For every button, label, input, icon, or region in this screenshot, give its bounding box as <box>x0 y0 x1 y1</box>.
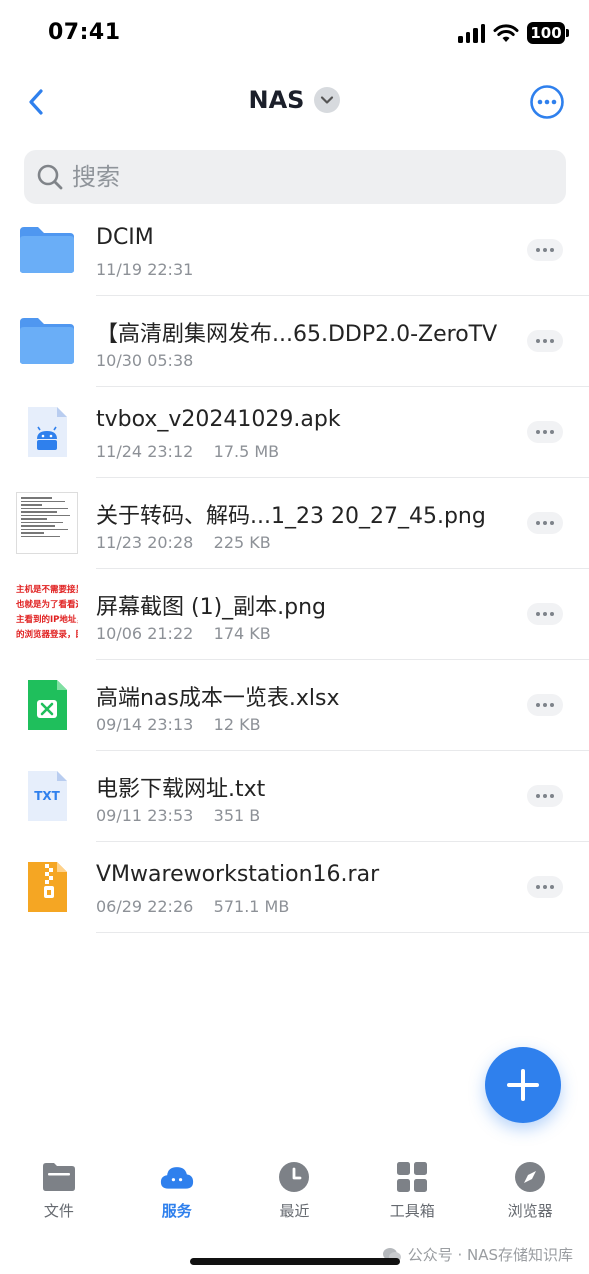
file-size: 12 KB <box>213 715 261 734</box>
file-meta: 09/11 23:53 351 B <box>96 806 260 825</box>
tab-recent[interactable]: 最近 <box>236 1160 354 1230</box>
file-meta: 11/23 20:28 225 KB <box>96 533 271 552</box>
compass-tab-icon <box>513 1160 547 1194</box>
file-more-button[interactable] <box>527 421 563 443</box>
file-name: 【高清剧集网发布...65.DDP2.0-ZeroTV <box>96 322 498 347</box>
title-switcher[interactable]: NAS <box>0 86 589 114</box>
chevron-down-icon[interactable] <box>314 87 341 113</box>
search-icon <box>37 164 63 190</box>
tab-label: 服务 <box>161 1202 192 1220</box>
tab-files[interactable]: 文件 <box>0 1160 118 1230</box>
divider <box>96 932 589 933</box>
file-list: DCIM 11/19 22:31 【高清剧集网发布...65.DDP2.0-Ze… <box>0 205 589 933</box>
home-indicator <box>190 1258 400 1265</box>
file-more-button[interactable] <box>527 512 563 534</box>
search-bar[interactable] <box>24 150 566 204</box>
file-size: 571.1 MB <box>213 897 290 916</box>
archive-icon <box>16 856 78 918</box>
file-name: tvbox_v20241029.apk <box>96 407 341 432</box>
add-button[interactable] <box>485 1047 561 1123</box>
file-meta: 10/06 21:22 174 KB <box>96 624 271 643</box>
file-date: 11/24 23:12 <box>96 442 194 461</box>
file-row[interactable]: VMwareworkstation16.rar 06/29 22:26 571.… <box>0 842 589 933</box>
file-size: 174 KB <box>213 624 271 643</box>
file-more-button[interactable] <box>527 239 563 261</box>
file-size: 351 B <box>213 806 261 825</box>
file-meta: 11/19 22:31 <box>96 260 193 279</box>
file-date: 10/06 21:22 <box>96 624 194 643</box>
cellular-signal-icon <box>458 23 485 43</box>
file-date: 10/30 05:38 <box>96 351 194 370</box>
file-date: 11/23 20:28 <box>96 533 194 552</box>
folder-tab-icon <box>42 1160 76 1194</box>
file-name: 屏幕截图 (1)_副本.png <box>96 595 327 620</box>
battery-icon: 100 <box>527 22 569 44</box>
txt-icon: TXT <box>16 765 78 827</box>
image-thumbnail: 主机是不需要接显示器 也就是为了看看这台电 主看到的IP地址，用局 的浏览器登录… <box>16 583 78 645</box>
file-date: 06/29 22:26 <box>96 897 194 916</box>
watermark-text: 公众号 · NAS存储知识库 <box>407 1246 573 1264</box>
thumb-text-line: 主机是不需要接显示器 <box>16 585 78 595</box>
tab-label: 浏览器 <box>507 1202 553 1220</box>
tab-label: 文件 <box>43 1202 74 1220</box>
image-thumbnail <box>16 492 78 554</box>
file-row[interactable]: DCIM 11/19 22:31 <box>0 205 589 296</box>
file-more-button[interactable] <box>527 330 563 352</box>
tab-label: 最近 <box>279 1202 310 1220</box>
file-more-button[interactable] <box>527 785 563 807</box>
tab-toolbox[interactable]: 工具箱 <box>353 1160 471 1230</box>
page-title: NAS <box>248 86 305 114</box>
thumb-text-line: 主看到的IP地址，用局 <box>16 615 78 625</box>
file-date: 11/19 22:31 <box>96 260 194 279</box>
file-name: 关于转码、解码...1_23 20_27_45.png <box>96 504 486 529</box>
file-date: 09/11 23:53 <box>96 806 194 825</box>
tab-label: 工具箱 <box>389 1202 435 1220</box>
grid-tab-icon <box>395 1160 429 1194</box>
android-apk-icon <box>16 401 78 463</box>
file-row[interactable]: 主机是不需要接显示器 也就是为了看看这台电 主看到的IP地址，用局 的浏览器登录… <box>0 569 589 660</box>
file-size: 225 KB <box>213 533 271 552</box>
excel-icon <box>16 674 78 736</box>
file-row[interactable]: 【高清剧集网发布...65.DDP2.0-ZeroTV 10/30 05:38 <box>0 296 589 387</box>
file-meta: 11/24 23:12 17.5 MB <box>96 442 279 461</box>
txt-icon-label: TXT <box>34 789 60 803</box>
wifi-icon <box>493 24 519 42</box>
watermark: 公众号 · NAS存储知识库 <box>382 1244 573 1265</box>
file-row[interactable]: tvbox_v20241029.apk 11/24 23:12 17.5 MB <box>0 387 589 478</box>
folder-icon <box>16 219 78 281</box>
file-size: 17.5 MB <box>213 442 280 461</box>
cloud-tab-icon <box>160 1160 194 1194</box>
tab-browser[interactable]: 浏览器 <box>471 1160 589 1230</box>
file-row[interactable]: 高端nas成本一览表.xlsx 09/14 23:13 12 KB <box>0 660 589 751</box>
status-time: 07:41 <box>48 20 121 45</box>
status-bar: 07:41 100 <box>0 0 589 70</box>
more-options-button[interactable] <box>529 84 565 120</box>
file-meta: 06/29 22:26 571.1 MB <box>96 897 289 916</box>
search-input[interactable] <box>72 163 532 191</box>
file-meta: 10/30 05:38 <box>96 351 193 370</box>
file-more-button[interactable] <box>527 603 563 625</box>
plus-icon <box>507 1069 539 1101</box>
file-name: DCIM <box>96 225 154 250</box>
file-row[interactable]: 关于转码、解码...1_23 20_27_45.png 11/23 20:28 … <box>0 478 589 569</box>
bottom-tab-bar: 文件 服务 最近 工具箱 浏览器 <box>0 1160 589 1230</box>
tab-services[interactable]: 服务 <box>118 1160 236 1230</box>
file-more-button[interactable] <box>527 876 563 898</box>
thumb-text-line: 的浏览器登录，即可访 <box>16 630 78 640</box>
more-circle-icon <box>530 85 564 119</box>
status-indicators: 100 <box>458 22 569 44</box>
file-name: VMwareworkstation16.rar <box>96 862 380 887</box>
file-meta: 09/14 23:13 12 KB <box>96 715 261 734</box>
file-row[interactable]: TXT 电影下载网址.txt 09/11 23:53 351 B <box>0 751 589 842</box>
file-more-button[interactable] <box>527 694 563 716</box>
clock-tab-icon <box>277 1160 311 1194</box>
file-name: 高端nas成本一览表.xlsx <box>96 686 340 711</box>
file-name: 电影下载网址.txt <box>96 777 266 802</box>
thumb-text-line: 也就是为了看看这台电 <box>16 600 78 610</box>
nav-header: NAS <box>0 72 589 132</box>
folder-icon <box>16 310 78 372</box>
file-date: 09/14 23:13 <box>96 715 194 734</box>
